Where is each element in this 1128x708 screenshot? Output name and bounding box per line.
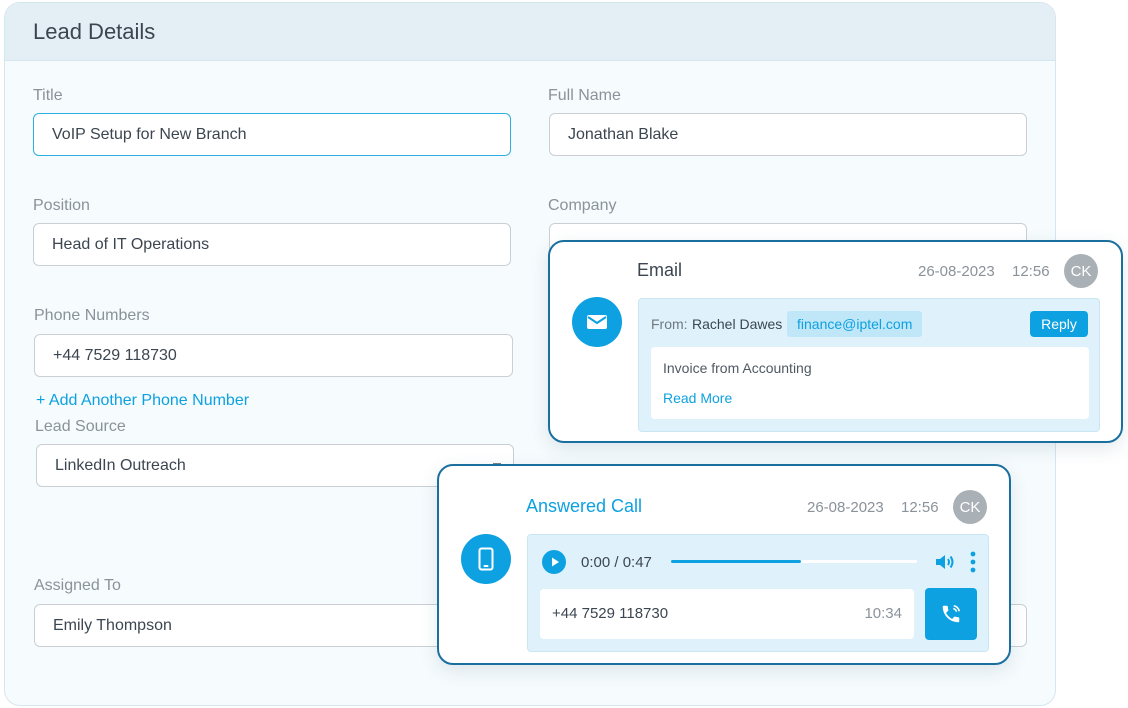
lead-details-header: Lead Details <box>5 3 1055 61</box>
email-body-box: From: Rachel Dawes finance@iptel.com Rep… <box>638 298 1100 432</box>
position-input[interactable]: Head of IT Operations <box>33 223 511 266</box>
email-preview: Invoice from Accounting Read More <box>651 347 1089 419</box>
full-name-label: Full Name <box>548 87 621 104</box>
player-time: 0:00 / 0:47 <box>581 554 652 571</box>
add-phone-link[interactable]: + Add Another Phone Number <box>36 392 249 410</box>
phone-label: Phone Numbers <box>34 307 150 324</box>
lead-source-value: LinkedIn Outreach <box>55 456 186 474</box>
reply-button[interactable]: Reply <box>1030 311 1088 337</box>
sender-email[interactable]: finance@iptel.com <box>787 311 923 337</box>
avatar: CK <box>1064 254 1098 288</box>
email-subject: Invoice from Accounting <box>663 360 812 376</box>
avatar: CK <box>953 490 987 524</box>
more-vertical-icon[interactable] <box>969 550 977 574</box>
audio-progress-track[interactable] <box>671 560 917 563</box>
email-title: Email <box>637 260 683 280</box>
call-back-icon <box>942 604 961 623</box>
phone-value: +44 7529 118730 <box>53 346 177 364</box>
assigned-to-value: Emily Thompson <box>53 616 172 634</box>
call-number: +44 7529 118730 <box>552 605 669 622</box>
email-activity-card: Email 26-08-2023 12:56 CK From: Rachel D… <box>548 240 1123 443</box>
phone-icon <box>461 534 511 584</box>
call-date: 26-08-2023 <box>807 499 884 516</box>
call-title: Answered Call <box>526 496 643 516</box>
lead-source-label: Lead Source <box>35 418 126 435</box>
read-more-link[interactable]: Read More <box>663 390 732 406</box>
from-label: From: <box>651 316 688 332</box>
position-value: Head of IT Operations <box>52 235 210 253</box>
title-value: VoIP Setup for New Branch <box>52 125 247 143</box>
page-title: Lead Details <box>33 18 156 44</box>
call-time: 12:56 <box>901 499 939 516</box>
assigned-to-label: Assigned To <box>34 577 121 594</box>
audio-progress-fill <box>671 560 802 563</box>
play-icon[interactable] <box>542 550 566 574</box>
company-label: Company <box>548 197 617 214</box>
full-name-value: Jonathan Blake <box>568 125 679 143</box>
volume-icon[interactable] <box>933 550 957 574</box>
sender-name: Rachel Dawes <box>692 316 783 332</box>
full-name-input[interactable]: Jonathan Blake <box>549 113 1027 156</box>
call-back-button[interactable] <box>925 588 977 640</box>
phone-input[interactable]: +44 7529 118730 <box>34 334 513 377</box>
email-time: 12:56 <box>1012 263 1050 280</box>
position-label: Position <box>33 197 90 214</box>
title-input[interactable]: VoIP Setup for New Branch <box>33 113 511 156</box>
call-body-box: 0:00 / 0:47 +44 7529 118730 10:34 <box>527 534 989 652</box>
call-number-row: +44 7529 118730 10:34 <box>540 589 914 639</box>
email-date: 26-08-2023 <box>918 263 995 280</box>
title-label: Title <box>33 87 63 104</box>
call-activity-card: Answered Call 26-08-2023 12:56 CK 0:00 /… <box>437 464 1011 665</box>
call-duration: 10:34 <box>864 605 902 622</box>
mail-icon <box>572 297 622 347</box>
